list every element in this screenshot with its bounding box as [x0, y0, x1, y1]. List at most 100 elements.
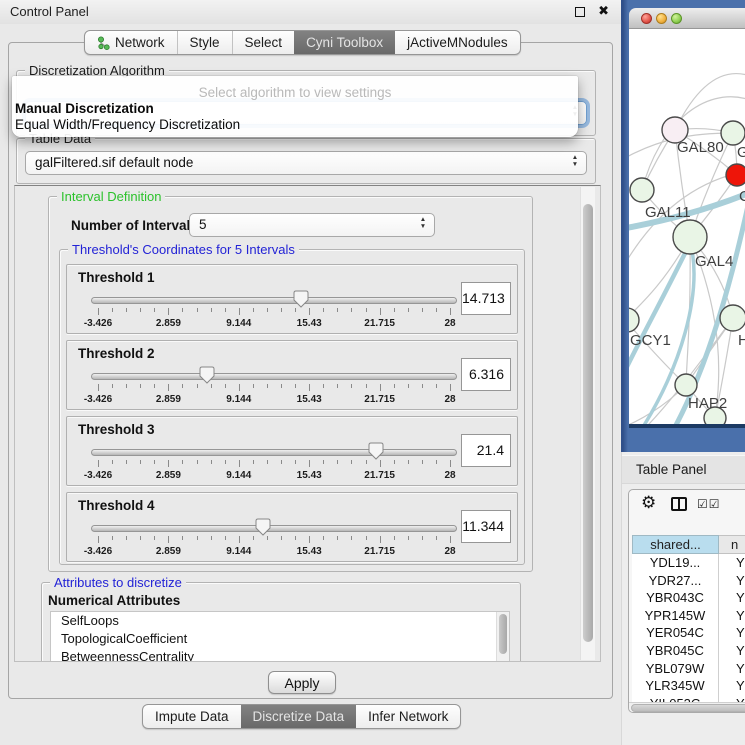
minimize-traffic-light-icon[interactable] — [656, 13, 667, 24]
network-canvas[interactable]: GAL80GCGAL11GAL4GCY1HHAP2 — [629, 29, 745, 424]
control-panel-window: Control Panel ✖ Network Style Select Cyn… — [0, 0, 621, 745]
scale-label: 2.859 — [156, 546, 181, 557]
zoom-traffic-light-icon[interactable] — [671, 13, 682, 24]
table-data-group: Table Data galFiltered.sif default node — [16, 138, 596, 184]
slider-thumb[interactable] — [255, 518, 271, 536]
table-row[interactable]: YER054CYER0 — [632, 624, 745, 642]
tab-label: Infer Network — [368, 709, 448, 724]
threshold-3-value-field[interactable]: 21.4 — [461, 434, 511, 467]
scale-label: 15.43 — [297, 318, 322, 329]
combo-arrows-icon — [417, 216, 429, 230]
GAL4-node[interactable] — [673, 220, 707, 254]
threshold-4-slider[interactable]: -3.4262.8599.14415.4321.71528 — [91, 517, 457, 561]
apply-button[interactable]: Apply — [268, 671, 336, 694]
threshold-1-slider[interactable]: -3.4262.8599.14415.4321.71528 — [91, 289, 457, 333]
screen: Control Panel ✖ Network Style Select Cyn… — [0, 0, 745, 745]
checkbox-icon: ☑ — [709, 497, 721, 511]
table-row[interactable]: YDR27...YDR2 — [632, 572, 745, 590]
network-graph: GAL80GCGAL11GAL4GCY1HHAP2 — [629, 29, 745, 424]
table-data-combobox[interactable]: galFiltered.sif default node — [25, 151, 587, 175]
scale-label: 28 — [444, 546, 455, 557]
tab-network[interactable]: Network — [85, 31, 177, 54]
GCY1-node[interactable] — [629, 308, 639, 332]
tab-infer-network[interactable]: Infer Network — [356, 705, 460, 728]
tab-cyni-toolbox[interactable]: Cyni Toolbox — [294, 31, 395, 54]
tab-discretize-data[interactable]: Discretize Data — [241, 705, 357, 728]
list-scrollbar[interactable] — [496, 612, 509, 662]
table-row[interactable]: YIL052CYIL0 — [632, 695, 745, 702]
threshold-3-slider[interactable]: -3.4262.8599.14415.4321.71528 — [91, 441, 457, 485]
column-checkbox-icons[interactable]: ☑☑ — [697, 497, 721, 511]
scale-label: 28 — [444, 318, 455, 329]
table-row[interactable]: YBR043CYBR0 — [632, 589, 745, 607]
list-item[interactable]: TopologicalCoefficient — [51, 630, 509, 648]
scrollbar-thumb[interactable] — [583, 204, 593, 642]
control-panel-tabs: Network Style Select Cyni Toolbox jActiv… — [84, 30, 521, 55]
column-layout-icon[interactable] — [671, 497, 687, 511]
node-label: GAL4 — [695, 253, 733, 270]
column-header-name[interactable]: n — [719, 535, 745, 554]
table-row[interactable]: YDL19...YDL1 — [632, 554, 745, 572]
node-top-right[interactable] — [721, 121, 745, 145]
close-icon[interactable]: ✖ — [598, 3, 609, 19]
threshold-label: Threshold 4 — [78, 498, 155, 513]
scale-label: 15.43 — [297, 470, 322, 481]
threshold-2-slider[interactable]: -3.4262.8599.14415.4321.71528 — [91, 365, 457, 409]
num-intervals-label: Number of Intervals — [71, 218, 198, 233]
checkbox-icon: ☑ — [697, 497, 709, 511]
window-title: Control Panel — [10, 4, 89, 19]
num-intervals-combobox[interactable]: 5 — [189, 213, 435, 237]
threshold-label: Threshold 1 — [78, 270, 155, 285]
tab-label: Cyni Toolbox — [306, 35, 383, 50]
HAP2-node[interactable] — [675, 374, 697, 396]
combo-value: 5 — [199, 217, 207, 232]
vertical-scrollbar[interactable] — [580, 187, 595, 660]
network-window-titlebar[interactable] — [629, 8, 745, 29]
node-label: H — [738, 332, 745, 349]
horizontal-scrollbar[interactable] — [629, 702, 745, 713]
tab-impute-data[interactable]: Impute Data — [143, 705, 241, 728]
close-traffic-light-icon[interactable] — [641, 13, 652, 24]
threshold-4-value-field[interactable]: 11.344 — [461, 510, 511, 543]
threshold-2-panel: Threshold 2 -3.4262.8599.14415.4321.7152… — [66, 340, 518, 410]
table-row[interactable]: YLR345WYLR3 — [632, 677, 745, 695]
red-highlight-node[interactable] — [726, 164, 745, 186]
threshold-1-panel: Threshold 1 -3.4262.8599.14415.4321.7152… — [66, 264, 518, 334]
scale-label: 21.715 — [364, 394, 395, 405]
threshold-2-value-field[interactable]: 6.316 — [461, 358, 511, 391]
table-row[interactable]: YBL079WYBL0 — [632, 660, 745, 678]
dropdown-option-manual-discretization[interactable]: Manual Discretization — [15, 101, 575, 116]
group-title: Interval Definition — [57, 189, 165, 204]
tab-jactivemnodules[interactable]: jActiveMNodules — [395, 31, 520, 54]
dropdown-hint: Select algorithm to view settings — [12, 85, 578, 100]
scrollbar-thumb[interactable] — [499, 614, 507, 654]
scale-label: 15.43 — [297, 394, 322, 405]
tab-select[interactable]: Select — [232, 31, 295, 54]
node-label: G — [737, 144, 745, 161]
threshold-1-value-field[interactable]: 14.713 — [461, 282, 511, 315]
slider-thumb[interactable] — [368, 442, 384, 460]
node-right[interactable] — [720, 305, 745, 331]
table-panel-title: Table Panel — [636, 456, 707, 484]
float-window-icon[interactable] — [575, 7, 585, 17]
scrollbar-thumb[interactable] — [631, 704, 745, 712]
dropdown-option-equal-width-frequency[interactable]: Equal Width/Frequency Discretization — [15, 117, 575, 132]
list-item[interactable]: SelfLoops — [51, 612, 509, 630]
node-label: GCY1 — [630, 332, 671, 349]
numerical-attributes-label: Numerical Attributes — [48, 593, 180, 608]
scale-label: 28 — [444, 470, 455, 481]
table-body: YDL19...YDL1YDR27...YDR2YBR043CYBR0YPR14… — [632, 554, 745, 702]
tab-style[interactable]: Style — [177, 31, 232, 54]
node-left[interactable] — [630, 178, 654, 202]
network-icon — [97, 36, 110, 50]
table-panel-box: ⚙ ☑☑ shared... n YDL19...YDL1YDR27...YDR… — [628, 489, 745, 713]
slider-thumb[interactable] — [293, 290, 309, 308]
list-item[interactable]: BetweennessCentrality — [51, 648, 509, 662]
table-row[interactable]: YBR045CYBR0 — [632, 642, 745, 660]
settings-gear-icon[interactable]: ⚙ — [641, 493, 656, 513]
column-header-shared[interactable]: shared... — [632, 535, 719, 554]
table-row[interactable]: YPR145WYPR1 — [632, 607, 745, 625]
node-label: GAL80 — [677, 139, 724, 156]
node-label: GAL11 — [645, 204, 691, 221]
slider-thumb[interactable] — [199, 366, 215, 384]
